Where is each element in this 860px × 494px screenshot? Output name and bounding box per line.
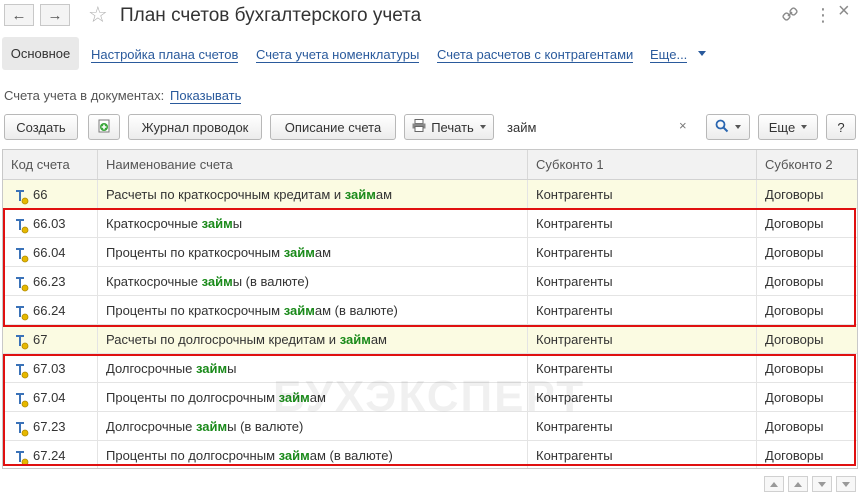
- back-button[interactable]: ←: [4, 4, 34, 26]
- tab-chart-settings[interactable]: Настройка плана счетов: [91, 47, 239, 63]
- description-button-label: Описание счета: [284, 119, 382, 135]
- caret-down-icon: [479, 125, 486, 129]
- col-header-name[interactable]: Наименование счета: [98, 150, 528, 179]
- help-icon: ?: [837, 119, 845, 135]
- chevron-down-icon[interactable]: [698, 51, 706, 56]
- clear-search-icon[interactable]: ×: [679, 118, 687, 133]
- tab-more[interactable]: Еще...: [650, 47, 688, 63]
- account-code-cell: 66: [3, 180, 98, 209]
- caret-down-icon: [735, 125, 741, 129]
- page-title: План счетов бухгалтерского учета: [120, 5, 422, 26]
- create-button[interactable]: Создать: [4, 114, 78, 140]
- scroll-down-icon: [818, 481, 826, 487]
- table-row[interactable]: 67 Расчеты по долгосрочным кредитам и зай…: [3, 325, 857, 354]
- scroll-top-button[interactable]: [764, 476, 784, 492]
- tab-main-label: Основное: [10, 46, 71, 61]
- selection-box-66: [3, 208, 856, 327]
- scroll-up-button[interactable]: [788, 476, 808, 492]
- create-button-label: Создать: [16, 119, 66, 135]
- close-icon[interactable]: ×: [838, 1, 850, 21]
- search-input[interactable]: [503, 114, 699, 140]
- journal-button-label: Журнал проводок: [141, 119, 249, 135]
- account-type-icon: [15, 186, 29, 205]
- arrow-right-icon: →: [47, 6, 63, 24]
- print-button-label: Печать: [431, 119, 474, 135]
- account-name-cell: Расчеты по долгосрочным кредитам и займа…: [98, 325, 528, 354]
- account-type-icon: [15, 331, 29, 350]
- subconto1-cell: Контрагенты: [528, 325, 757, 354]
- scroll-bottom-icon: [842, 481, 850, 487]
- subconto2-cell: Договоры: [765, 332, 824, 347]
- scroll-top-icon: [770, 481, 778, 487]
- scroll-bottom-button[interactable]: [836, 476, 856, 492]
- table-header: Код счета Наименование счета Субконто 1 …: [3, 150, 857, 180]
- search-button[interactable]: [706, 114, 750, 140]
- account-code-cell: 67: [3, 325, 98, 354]
- arrow-left-icon: ←: [11, 6, 27, 24]
- scroll-down-button[interactable]: [812, 476, 832, 492]
- help-button[interactable]: ?: [826, 114, 856, 140]
- accounts-in-docs-label: Счета учета в документах:: [4, 88, 165, 103]
- tab-item-accounts[interactable]: Счета учета номенклатуры: [256, 47, 420, 63]
- account-description-button[interactable]: Описание счета: [270, 114, 396, 140]
- tab-main[interactable]: Основное: [2, 37, 79, 70]
- more-menu-icon[interactable]: ⋮: [814, 6, 832, 24]
- more-button[interactable]: Еще: [758, 114, 818, 140]
- account-name-suffix: ам: [375, 187, 393, 202]
- print-button[interactable]: Печать: [404, 114, 494, 140]
- account-name-prefix: Расчеты по краткосрочным кредитам и: [106, 187, 345, 202]
- journal-button[interactable]: Журнал проводок: [128, 114, 262, 140]
- copy-button[interactable]: [88, 114, 120, 140]
- search-match: займ: [344, 187, 376, 202]
- printer-icon: [412, 119, 426, 135]
- show-accounts-link[interactable]: Показывать: [170, 88, 242, 104]
- copy-add-icon: [96, 118, 112, 137]
- account-name-cell: Расчеты по краткосрочным кредитам и займ…: [98, 180, 528, 209]
- account-code: 66: [33, 187, 48, 202]
- scroll-up-icon: [794, 481, 802, 487]
- subconto1-cell: Контрагенты: [528, 180, 757, 209]
- account-code: 67: [33, 332, 48, 347]
- subconto2-cell: Договоры: [765, 187, 824, 202]
- favorite-star-icon[interactable]: ☆: [88, 2, 108, 28]
- selection-box-67: [3, 354, 856, 466]
- search-icon: [715, 119, 729, 136]
- link-icon[interactable]: [782, 6, 798, 27]
- search-match: займ: [339, 332, 371, 347]
- tab-counterparty-accounts[interactable]: Счета расчетов с контрагентами: [437, 47, 634, 63]
- forward-button[interactable]: →: [40, 4, 70, 26]
- col-header-subconto1[interactable]: Субконто 1: [528, 150, 757, 179]
- col-header-code[interactable]: Код счета: [3, 150, 98, 179]
- account-name-prefix: Расчеты по долгосрочным кредитам и: [106, 332, 340, 347]
- more-button-label: Еще: [768, 119, 796, 135]
- col-header-subconto2[interactable]: Субконто 2: [757, 150, 857, 179]
- caret-down-icon: [801, 125, 808, 129]
- account-name-suffix: ам: [370, 332, 387, 347]
- table-row[interactable]: 66 Расчеты по краткосрочным кредитам и за…: [3, 180, 857, 209]
